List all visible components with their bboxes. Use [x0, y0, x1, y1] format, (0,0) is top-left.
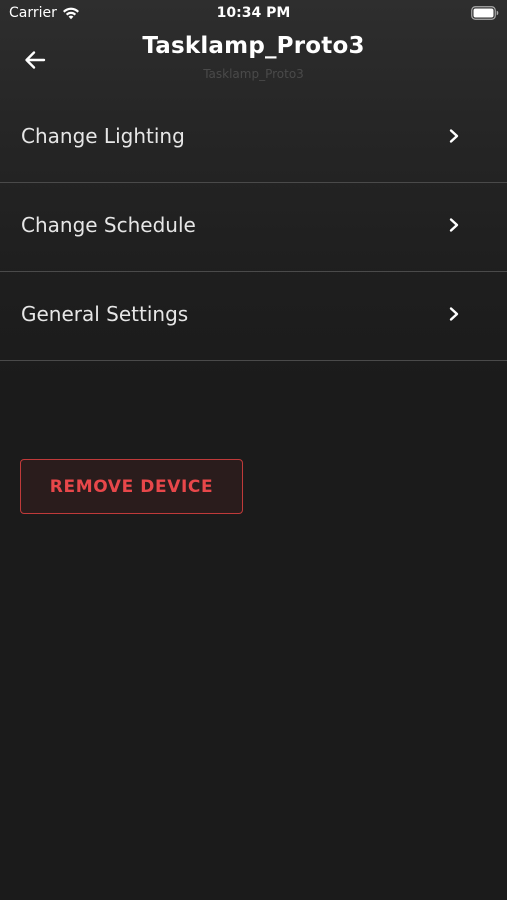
- page-subtitle: Tasklamp_Proto3: [203, 67, 304, 81]
- remove-device-label: REMOVE DEVICE: [49, 476, 214, 497]
- menu-item-change-lighting[interactable]: Change Lighting: [0, 94, 507, 183]
- chevron-right-icon: [449, 307, 459, 321]
- menu-item-label: Change Lighting: [21, 124, 185, 148]
- status-bar: Carrier 10:34 PM: [0, 0, 507, 28]
- menu-item-label: General Settings: [21, 302, 189, 326]
- battery-icon: [471, 6, 499, 20]
- menu-item-label: Change Schedule: [21, 213, 196, 237]
- remove-device-button[interactable]: REMOVE DEVICE: [20, 459, 243, 514]
- menu-item-general-settings[interactable]: General Settings: [0, 272, 507, 361]
- device-settings-screen: Carrier 10:34 PM Tasklamp_Proto3 Tasklam…: [0, 0, 507, 900]
- status-time: 10:34 PM: [216, 5, 291, 21]
- nav-header: Tasklamp_Proto3 Tasklamp_Proto3: [0, 28, 507, 98]
- page-title: Tasklamp_Proto3: [142, 33, 365, 59]
- chevron-right-icon: [449, 218, 459, 232]
- settings-menu: Change Lighting Change Schedule General …: [0, 94, 507, 361]
- chevron-right-icon: [449, 129, 459, 143]
- menu-item-change-schedule[interactable]: Change Schedule: [0, 183, 507, 272]
